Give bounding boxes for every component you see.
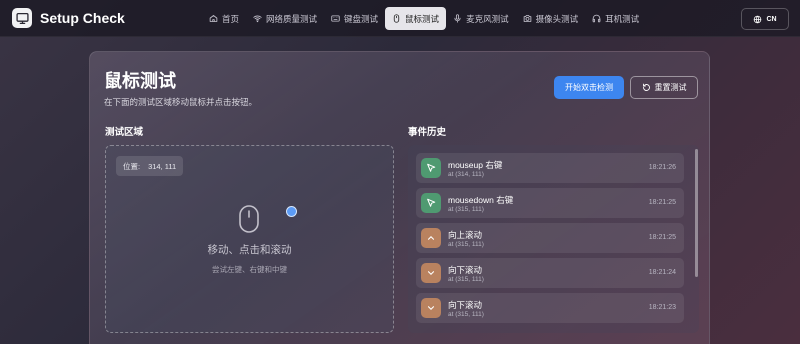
chevron-up-icon xyxy=(421,228,441,248)
tab-microphone[interactable]: 麦克风测试 xyxy=(446,7,516,30)
chevron-down-icon xyxy=(421,263,441,283)
mouse-test-area[interactable]: 位置: 314, 111 移动、点击和滚动 尝试左键、右键和中键 xyxy=(105,145,394,333)
event-coords: at (314, 111) xyxy=(448,171,484,178)
event-item: mouseup 右键 at (314, 111) 18:21:26 xyxy=(416,153,684,183)
event-history-list[interactable]: mouseup 右键 at (314, 111) 18:21:26 moused… xyxy=(408,145,699,333)
tab-camera-label: 摄像头测试 xyxy=(535,13,579,24)
mouse-test-card: 鼠标测试 在下面的测试区域移动鼠标并点击按钮。 开始双击检测 重置测试 测试区域… xyxy=(89,51,710,344)
globe-icon xyxy=(754,15,762,23)
reset-test-button[interactable]: 重置测试 xyxy=(630,76,698,99)
event-title: 向下滚动 xyxy=(448,300,483,310)
event-title: mouseup 右键 xyxy=(448,160,503,170)
event-time: 18:21:23 xyxy=(648,304,676,311)
position-value: 314, 111 xyxy=(148,161,177,171)
event-item: 向上滚动 at (315, 111) 18:21:25 xyxy=(416,223,684,253)
headphones-icon xyxy=(592,14,601,23)
tab-home-label: 首页 xyxy=(222,13,240,24)
app-title[interactable]: Setup Check xyxy=(40,10,125,26)
microphone-icon xyxy=(454,14,461,23)
tab-microphone-label: 麦克风测试 xyxy=(466,13,509,24)
event-coords: at (315, 111) xyxy=(448,206,484,213)
event-title: 向上滚动 xyxy=(448,230,483,240)
home-icon xyxy=(209,15,218,22)
event-coords: at (315, 111) xyxy=(448,241,484,248)
event-item: mousedown 右键 at (315, 111) 18:21:25 xyxy=(416,188,684,218)
language-selector[interactable]: CN xyxy=(741,8,789,30)
page-subtitle: 在下面的测试区域移动鼠标并点击按钮。 xyxy=(104,97,258,107)
tab-home[interactable]: 首页 xyxy=(202,7,246,30)
cursor-arrow-icon xyxy=(421,193,441,213)
event-time: 18:21:24 xyxy=(648,269,676,276)
nav-tabs: 首页 网络质量测试 键盘测试 鼠标测试 麦克风测试 摄像头测试 耳机测试 xyxy=(202,7,646,30)
event-time: 18:21:25 xyxy=(648,234,676,241)
camera-icon xyxy=(523,15,531,22)
cursor-indicator xyxy=(286,206,297,217)
page-title: 鼠标测试 xyxy=(104,71,176,91)
event-time: 18:21:25 xyxy=(648,199,676,206)
event-time: 18:21:26 xyxy=(648,164,676,171)
reset-icon xyxy=(642,83,650,91)
tab-keyboard[interactable]: 键盘测试 xyxy=(324,7,385,30)
tab-camera[interactable]: 摄像头测试 xyxy=(516,7,586,30)
mouse-icon xyxy=(393,14,400,23)
test-area-instruction: 移动、点击和滚动 xyxy=(207,244,292,256)
test-area-heading: 测试区域 xyxy=(105,127,144,138)
wifi-icon xyxy=(253,15,262,23)
tab-headphones[interactable]: 耳机测试 xyxy=(585,7,646,30)
tab-mouse-label: 鼠标测试 xyxy=(405,13,440,24)
position-label: 位置: xyxy=(123,161,141,171)
event-history-heading: 事件历史 xyxy=(408,127,447,138)
event-title: mousedown 右键 xyxy=(448,195,514,205)
event-item: 向下滚动 at (315, 111) 18:21:24 xyxy=(416,258,684,288)
top-nav: Setup Check 首页 网络质量测试 键盘测试 鼠标测试 麦克风测试 摄像… xyxy=(0,0,800,37)
event-title: 向下滚动 xyxy=(448,265,483,275)
chevron-down-icon xyxy=(421,298,441,318)
tab-network-label: 网络质量测试 xyxy=(266,13,318,24)
tab-mouse[interactable]: 鼠标测试 xyxy=(385,7,447,30)
keyboard-icon xyxy=(331,15,340,22)
test-area-hint: 尝试左键、右键和中键 xyxy=(212,265,287,274)
tab-headphones-label: 耳机测试 xyxy=(605,13,640,24)
mouse-icon xyxy=(239,205,259,233)
cursor-arrow-icon xyxy=(421,158,441,178)
position-badge: 位置: 314, 111 xyxy=(116,156,184,176)
language-label: CN xyxy=(766,15,777,23)
event-coords: at (315, 111) xyxy=(448,311,484,318)
event-item: 向下滚动 at (315, 111) 18:21:23 xyxy=(416,293,684,323)
tab-keyboard-label: 键盘测试 xyxy=(344,13,379,24)
monitor-logo-icon xyxy=(12,8,32,28)
tab-network[interactable]: 网络质量测试 xyxy=(246,7,324,30)
start-double-click-button[interactable]: 开始双击检测 xyxy=(554,76,624,99)
event-coords: at (315, 111) xyxy=(448,276,484,283)
reset-test-label: 重置测试 xyxy=(654,83,687,92)
event-list-scrollbar[interactable] xyxy=(695,149,698,277)
